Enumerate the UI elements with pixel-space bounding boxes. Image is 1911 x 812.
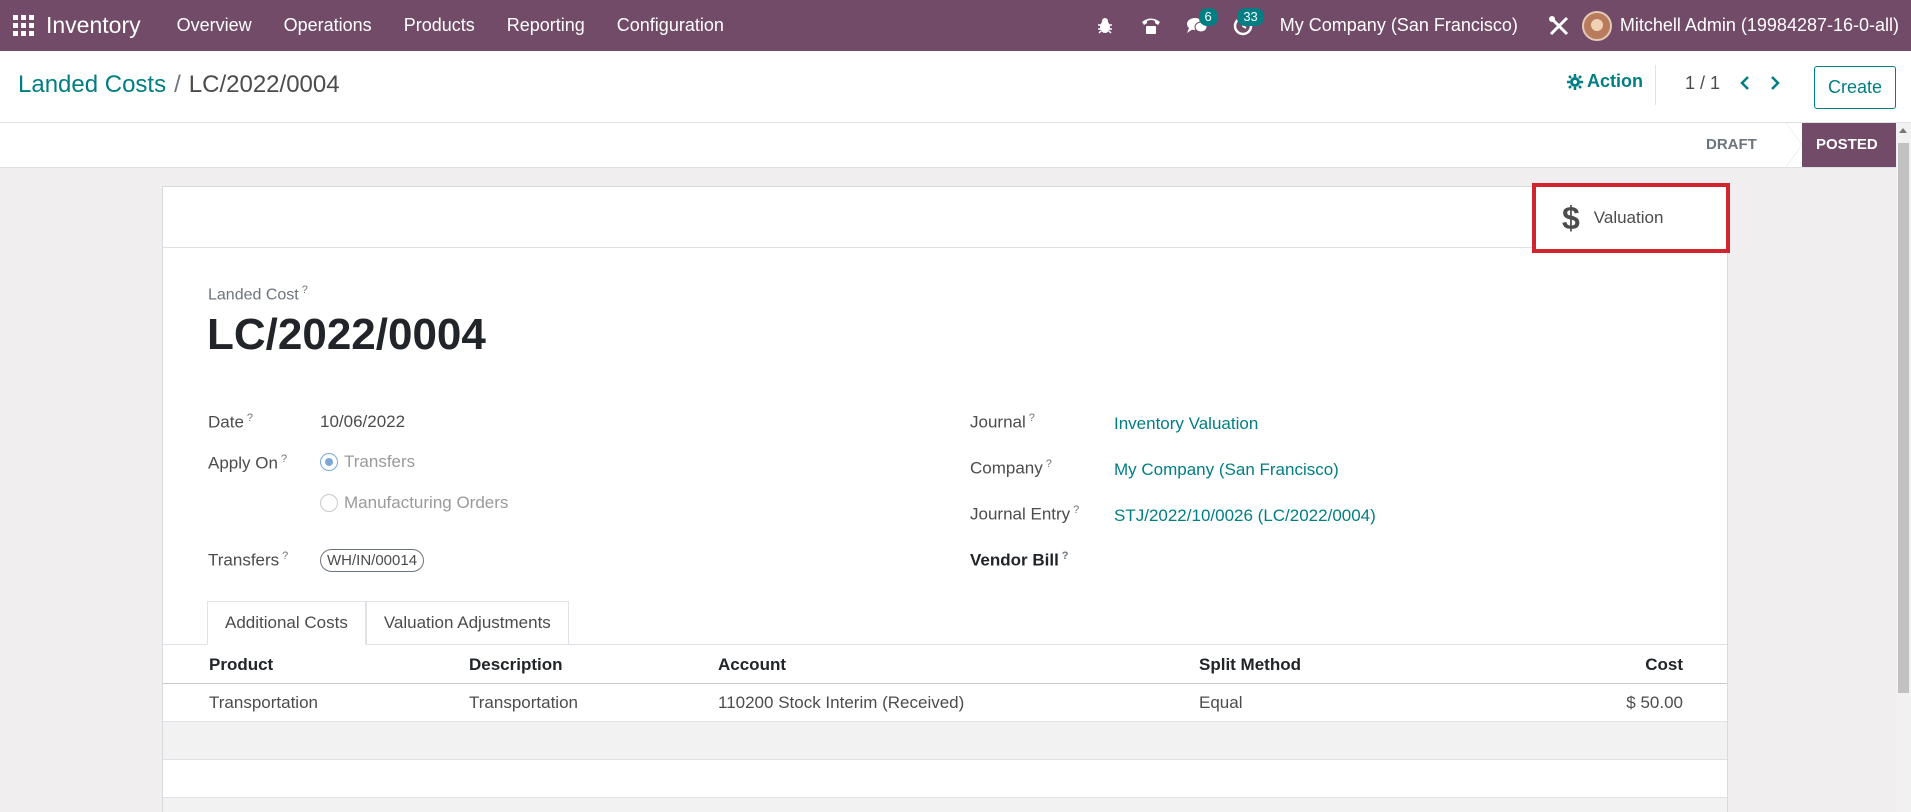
col-account[interactable]: Account	[718, 645, 786, 683]
additional-costs-table: Product Description Account Split Method…	[163, 645, 1727, 812]
form-sheet: $ Valuation Landed Cost? LC/2022/0004 Da…	[162, 183, 1730, 812]
pager-value[interactable]: 1 / 1	[1685, 73, 1720, 94]
company-label: Company?	[970, 458, 1052, 478]
apply-on-label: Apply On?	[208, 453, 288, 473]
breadcrumb-separator: /	[174, 71, 181, 98]
top-navbar: Inventory Overview Operations Products R…	[0, 0, 1911, 51]
chevron-right-icon	[1771, 76, 1780, 90]
action-label: Action	[1587, 71, 1643, 91]
radio-selected[interactable]	[320, 453, 338, 471]
cell-description[interactable]: Transportation	[469, 684, 578, 722]
debug-bug-icon[interactable]	[1082, 0, 1128, 51]
create-button[interactable]: Create	[1814, 66, 1896, 109]
table-row[interactable]: Transportation Transportation 110200 Sto…	[163, 684, 1727, 722]
scroll-up-arrow[interactable]	[1899, 128, 1907, 133]
activities-badge: 33	[1237, 8, 1264, 26]
tools-icon[interactable]	[1536, 0, 1582, 51]
scroll-thumb[interactable]	[1898, 143, 1909, 693]
cell-split-method[interactable]: Equal	[1199, 684, 1242, 722]
table-header: Product Description Account Split Method…	[163, 645, 1727, 684]
record-name: LC/2022/0004	[207, 310, 486, 359]
control-panel: Landed Costs / LC/2022/0004 Action 1 / 1 C…	[0, 51, 1911, 123]
col-cost[interactable]: Cost	[1645, 645, 1683, 683]
menu-configuration[interactable]: Configuration	[601, 0, 740, 51]
user-avatar[interactable]	[1581, 10, 1612, 41]
breadcrumb: Landed Costs / LC/2022/0004	[18, 71, 340, 99]
col-product[interactable]: Product	[209, 645, 273, 683]
messages-icon[interactable]: 6	[1174, 0, 1220, 51]
stage-draft[interactable]: DRAFT	[1706, 123, 1757, 167]
col-split-method[interactable]: Split Method	[1199, 645, 1301, 683]
pager-next-button[interactable]	[1763, 65, 1787, 101]
breadcrumb-current: LC/2022/0004	[188, 71, 340, 98]
status-bar: DRAFT POSTED	[0, 123, 1896, 168]
journal-entry-link[interactable]: STJ/2022/10/0026 (LC/2022/0004)	[1114, 506, 1376, 526]
phone-icon[interactable]	[1128, 0, 1174, 51]
gear-icon	[1567, 73, 1583, 90]
valuation-label: Valuation	[1593, 208, 1664, 227]
apps-menu-icon[interactable]	[12, 15, 34, 37]
cell-account[interactable]: 110200 Stock Interim (Received)	[718, 684, 964, 722]
cell-cost[interactable]: $ 50.00	[1626, 684, 1683, 722]
pager-previous-button[interactable]	[1733, 65, 1757, 101]
breadcrumb-landed-costs[interactable]: Landed Costs	[18, 71, 166, 98]
transfer-tag[interactable]: WH/IN/00014	[320, 549, 425, 572]
empty-table-row[interactable]	[163, 760, 1727, 798]
company-switcher[interactable]: My Company (San Francisco)	[1266, 15, 1536, 36]
chevron-left-icon	[1740, 76, 1749, 90]
date-label: Date?	[208, 412, 254, 432]
menu-overview[interactable]: Overview	[161, 0, 268, 51]
journal-label: Journal?	[970, 412, 1035, 432]
menu-operations[interactable]: Operations	[268, 0, 388, 51]
menu-reporting[interactable]: Reporting	[491, 0, 601, 51]
page-scrollbar[interactable]	[1896, 123, 1911, 812]
company-link[interactable]: My Company (San Francisco)	[1114, 460, 1339, 480]
smart-button-box: $ Valuation	[163, 183, 1730, 253]
activities-clock-icon[interactable]: 33	[1220, 0, 1266, 51]
transfers-label: Transfers?	[208, 550, 289, 570]
empty-table-row[interactable]	[163, 722, 1727, 760]
notebook-tabs: Additional Costs Valuation Adjustments	[207, 601, 569, 645]
journal-link[interactable]: Inventory Valuation	[1114, 414, 1258, 434]
empty-table-row[interactable]	[163, 798, 1727, 812]
apply-on-transfers-radio[interactable]: Transfers	[320, 452, 415, 472]
vendor-bill-label: Vendor Bill?	[970, 550, 1069, 570]
dollar-icon: $	[1562, 199, 1580, 236]
main-menu: Overview Operations Products Reporting C…	[161, 0, 740, 51]
help-icon[interactable]: ?	[302, 284, 308, 296]
col-description[interactable]: Description	[469, 645, 563, 683]
control-divider	[1655, 65, 1656, 105]
stage-arrow	[1786, 123, 1802, 167]
menu-products[interactable]: Products	[388, 0, 491, 51]
landed-cost-label: Landed Cost?	[208, 284, 308, 304]
radio-unselected[interactable]	[320, 494, 338, 512]
action-button[interactable]: Action	[1567, 71, 1643, 92]
cell-product[interactable]: Transportation	[209, 684, 318, 722]
valuation-smart-button[interactable]: $ Valuation	[1532, 183, 1730, 253]
tab-additional-costs[interactable]: Additional Costs	[207, 601, 366, 645]
transfers-field[interactable]: WH/IN/00014	[320, 549, 425, 572]
tab-valuation-adjustments[interactable]: Valuation Adjustments	[365, 601, 569, 645]
journal-entry-label: Journal Entry?	[970, 504, 1080, 524]
stage-posted[interactable]: POSTED	[1786, 123, 1896, 167]
app-name[interactable]: Inventory	[46, 12, 141, 39]
user-menu[interactable]: Mitchell Admin (19984287-16-0-all)	[1620, 15, 1899, 36]
apply-on-manufacturing-radio[interactable]: Manufacturing Orders	[320, 493, 508, 513]
messages-badge: 6	[1198, 8, 1218, 26]
date-field[interactable]: 10/06/2022	[320, 412, 405, 432]
